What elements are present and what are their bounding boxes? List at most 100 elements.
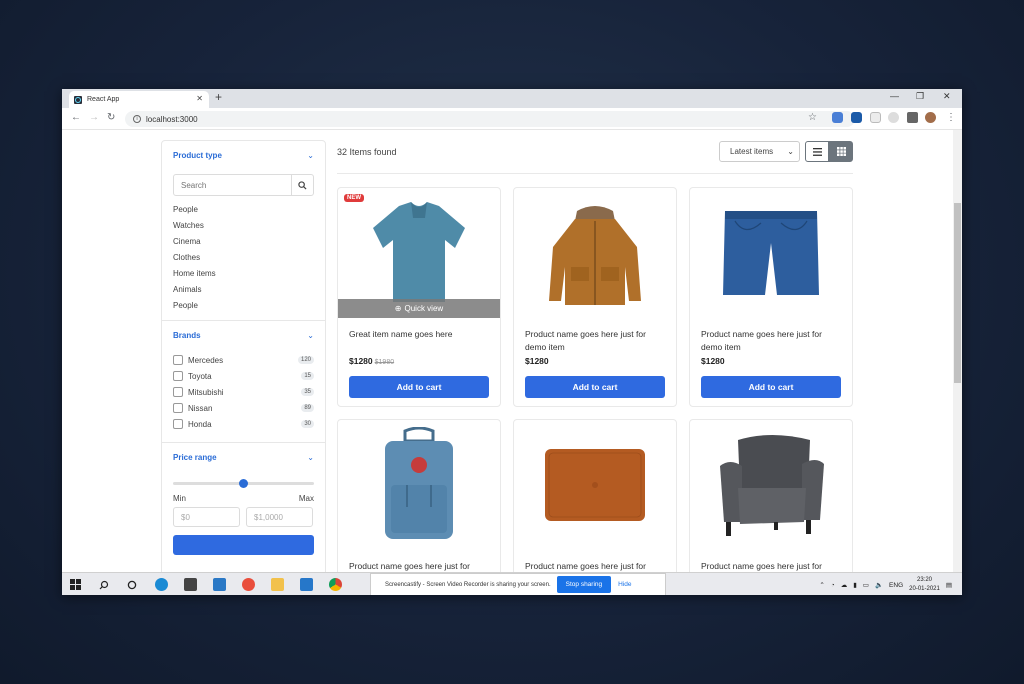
list-view-button[interactable]: [805, 141, 829, 162]
battery-icon[interactable]: ▭: [863, 581, 869, 589]
category-item[interactable]: Home items: [173, 266, 314, 282]
scrollbar-thumb[interactable]: [954, 203, 961, 383]
extension-person-icon[interactable]: [832, 112, 843, 123]
brand-checkbox[interactable]: [173, 419, 183, 429]
category-item[interactable]: People: [173, 298, 314, 314]
new-tab-button[interactable]: +: [215, 90, 222, 104]
window-close-button[interactable]: ✕: [943, 91, 951, 102]
task-view-icon[interactable]: [125, 578, 138, 591]
product-image[interactable]: [338, 420, 500, 550]
product-title[interactable]: Product name goes here just for: [349, 560, 489, 572]
category-item[interactable]: People: [173, 202, 314, 218]
product-title[interactable]: Product name goes here just for: [701, 560, 841, 572]
product-title[interactable]: Great item name goes here: [349, 328, 489, 354]
volume-icon[interactable]: 🔈: [875, 581, 883, 589]
product-title[interactable]: Product name goes here just for: [525, 560, 665, 572]
bookmark-star-icon[interactable]: ☆: [808, 112, 817, 123]
extension-v-icon[interactable]: [888, 112, 899, 123]
brand-checkbox[interactable]: [173, 403, 183, 413]
product-card[interactable]: Product name goes here just for: [689, 419, 853, 572]
notification-icon[interactable]: ▤: [946, 581, 952, 589]
product-card[interactable]: Product name goes here just for: [513, 419, 677, 572]
product-image[interactable]: [690, 420, 852, 550]
price-slider[interactable]: [173, 476, 314, 490]
stop-sharing-button[interactable]: Stop sharing: [556, 576, 612, 593]
chrome-icon[interactable]: [329, 578, 342, 591]
brand-checkbox[interactable]: [173, 355, 183, 365]
grid-view-button[interactable]: [829, 141, 853, 162]
search-button[interactable]: [291, 175, 313, 195]
mail-icon[interactable]: [213, 578, 226, 591]
brand-option[interactable]: Mercedes 120: [173, 352, 314, 368]
product-image[interactable]: [690, 188, 852, 318]
address-bar[interactable]: i localhost:3000: [125, 111, 855, 127]
category-item[interactable]: Clothes: [173, 250, 314, 266]
product-title[interactable]: Product name goes here just for demo ite…: [701, 328, 841, 354]
max-price-input[interactable]: $1,0000: [246, 507, 313, 527]
chevron-down-icon[interactable]: ⌄: [307, 453, 314, 462]
tab-close-icon[interactable]: ✕: [196, 94, 203, 103]
cloud-icon[interactable]: ☁: [841, 581, 848, 589]
category-item[interactable]: Cinema: [173, 234, 314, 250]
windows-start-icon[interactable]: [69, 578, 82, 591]
reload-icon[interactable]: ↻: [107, 112, 115, 123]
network-icon[interactable]: ◔: [831, 582, 835, 589]
product-price: $1280 $1980: [349, 356, 489, 366]
language-indicator[interactable]: ENG: [889, 582, 903, 589]
extension-shield-icon[interactable]: [870, 112, 881, 123]
brands-header[interactable]: Brands ⌄: [162, 321, 325, 350]
profile-avatar[interactable]: [925, 112, 936, 123]
hide-button[interactable]: Hide: [618, 581, 631, 588]
brand-option[interactable]: Mitsubishi 35: [173, 384, 314, 400]
quick-view-button[interactable]: ⊕ Quick view: [338, 299, 500, 318]
category-item[interactable]: Animals: [173, 282, 314, 298]
product-card[interactable]: NEW ⊕ Quick view Great item name goes he…: [337, 187, 501, 407]
tray-chevron-icon[interactable]: ⌃: [819, 581, 824, 589]
site-info-icon[interactable]: i: [133, 115, 141, 123]
product-image[interactable]: [514, 188, 676, 318]
chevron-down-icon[interactable]: ⌄: [307, 331, 314, 340]
laptop-sleeve-image: [545, 449, 645, 521]
slider-handle[interactable]: [239, 479, 248, 488]
add-to-cart-button[interactable]: Add to cart: [525, 376, 665, 398]
product-card[interactable]: Product name goes here just for demo ite…: [513, 187, 677, 407]
apply-button[interactable]: [173, 535, 314, 555]
extensions-puzzle-icon[interactable]: [907, 112, 918, 123]
search-icon[interactable]: [97, 578, 110, 591]
product-title[interactable]: Product name goes here just for demo ite…: [525, 328, 665, 354]
brand-option[interactable]: Nissan 89: [173, 400, 314, 416]
price-range-header[interactable]: Price range ⌄: [162, 443, 325, 472]
product-image[interactable]: [514, 420, 676, 550]
browser-tab[interactable]: React App ✕: [69, 91, 209, 108]
brand-checkbox[interactable]: [173, 371, 183, 381]
clock[interactable]: 23:20 20-01-2021: [909, 576, 940, 594]
vscode-icon[interactable]: [300, 578, 313, 591]
category-item[interactable]: Watches: [173, 218, 314, 234]
brand-checkbox[interactable]: [173, 387, 183, 397]
minimize-button[interactable]: —: [890, 91, 899, 101]
forward-icon[interactable]: →: [89, 112, 99, 123]
chevron-down-icon[interactable]: ⌄: [307, 151, 314, 160]
back-icon[interactable]: ←: [71, 112, 81, 123]
min-price-input[interactable]: $0: [173, 507, 240, 527]
sort-select[interactable]: Latest items ⌄: [719, 141, 800, 162]
mic-icon[interactable]: ▮: [853, 581, 857, 589]
maximize-button[interactable]: ❐: [916, 91, 924, 102]
search-input[interactable]: [174, 175, 291, 195]
edge-icon[interactable]: [155, 578, 168, 591]
page-scrollbar[interactable]: [953, 130, 962, 572]
product-type-header[interactable]: Product type ⌄: [162, 141, 325, 170]
brand-option[interactable]: Toyota 15: [173, 368, 314, 384]
add-to-cart-button[interactable]: Add to cart: [701, 376, 841, 398]
store-icon[interactable]: [184, 578, 197, 591]
card-body: Great item name goes here $1280 $1980 Add…: [338, 318, 500, 398]
menu-kebab-icon[interactable]: ⋮: [946, 112, 956, 123]
file-explorer-icon[interactable]: [271, 578, 284, 591]
brand-option[interactable]: Honda 30: [173, 416, 314, 432]
product-card[interactable]: Product name goes here just for demo ite…: [689, 187, 853, 407]
add-to-cart-button[interactable]: Add to cart: [349, 376, 489, 398]
product-card[interactable]: Product name goes here just for: [337, 419, 501, 572]
product-image[interactable]: NEW ⊕ Quick view: [338, 188, 500, 318]
extension-na-icon[interactable]: [851, 112, 862, 123]
chrome-canary-icon[interactable]: [242, 578, 255, 591]
